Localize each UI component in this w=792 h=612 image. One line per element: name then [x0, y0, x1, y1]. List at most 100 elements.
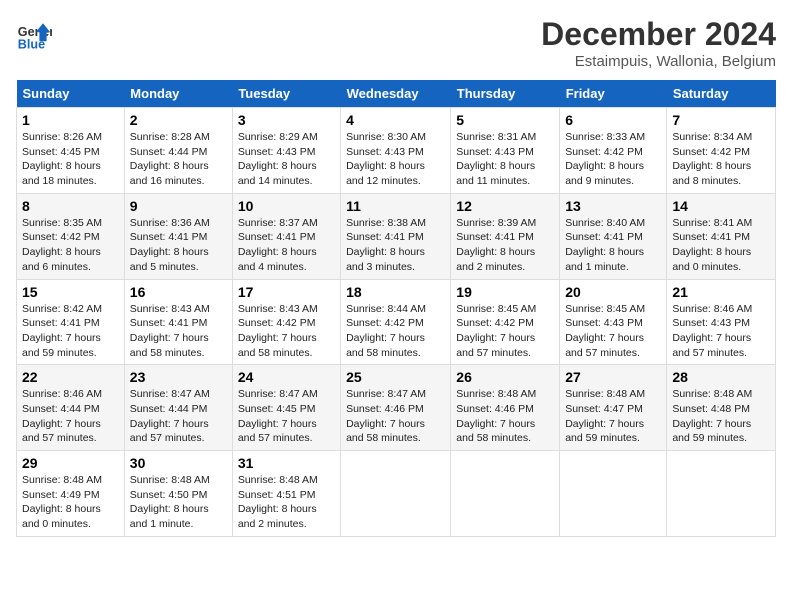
day-number: 20 — [565, 284, 661, 300]
day-number: 4 — [346, 112, 445, 128]
day-info: Sunrise: 8:39 AMSunset: 4:41 PMDaylight:… — [456, 217, 536, 273]
day-info: Sunrise: 8:29 AMSunset: 4:43 PMDaylight:… — [238, 131, 318, 187]
calendar-cell: 23 Sunrise: 8:47 AMSunset: 4:44 PMDaylig… — [124, 365, 232, 451]
day-info: Sunrise: 8:48 AMSunset: 4:48 PMDaylight:… — [672, 388, 752, 444]
calendar-week-row: 29 Sunrise: 8:48 AMSunset: 4:49 PMDaylig… — [17, 451, 776, 537]
day-info: Sunrise: 8:42 AMSunset: 4:41 PMDaylight:… — [22, 303, 102, 359]
calendar-cell: 16 Sunrise: 8:43 AMSunset: 4:41 PMDaylig… — [124, 279, 232, 365]
main-title: December 2024 — [541, 16, 776, 53]
day-info: Sunrise: 8:45 AMSunset: 4:42 PMDaylight:… — [456, 303, 536, 359]
day-info: Sunrise: 8:48 AMSunset: 4:46 PMDaylight:… — [456, 388, 536, 444]
day-info: Sunrise: 8:34 AMSunset: 4:42 PMDaylight:… — [672, 131, 752, 187]
day-number: 5 — [456, 112, 554, 128]
calendar-cell: 19 Sunrise: 8:45 AMSunset: 4:42 PMDaylig… — [451, 279, 560, 365]
day-number: 27 — [565, 369, 661, 385]
calendar-cell: 5 Sunrise: 8:31 AMSunset: 4:43 PMDayligh… — [451, 108, 560, 194]
day-number: 18 — [346, 284, 445, 300]
day-number: 6 — [565, 112, 661, 128]
day-info: Sunrise: 8:40 AMSunset: 4:41 PMDaylight:… — [565, 217, 645, 273]
header-tuesday: Tuesday — [232, 80, 340, 108]
calendar-cell: 24 Sunrise: 8:47 AMSunset: 4:45 PMDaylig… — [232, 365, 340, 451]
day-info: Sunrise: 8:46 AMSunset: 4:44 PMDaylight:… — [22, 388, 102, 444]
calendar-cell: 17 Sunrise: 8:43 AMSunset: 4:42 PMDaylig… — [232, 279, 340, 365]
day-info: Sunrise: 8:37 AMSunset: 4:41 PMDaylight:… — [238, 217, 318, 273]
calendar-cell: 26 Sunrise: 8:48 AMSunset: 4:46 PMDaylig… — [451, 365, 560, 451]
calendar-cell: 21 Sunrise: 8:46 AMSunset: 4:43 PMDaylig… — [667, 279, 776, 365]
day-number: 7 — [672, 112, 770, 128]
calendar-cell: 29 Sunrise: 8:48 AMSunset: 4:49 PMDaylig… — [17, 451, 125, 537]
header-friday: Friday — [560, 80, 667, 108]
header-wednesday: Wednesday — [341, 80, 451, 108]
day-number: 29 — [22, 455, 119, 471]
logo-icon: General Blue — [16, 16, 52, 52]
day-info: Sunrise: 8:38 AMSunset: 4:41 PMDaylight:… — [346, 217, 426, 273]
calendar-cell: 20 Sunrise: 8:45 AMSunset: 4:43 PMDaylig… — [560, 279, 667, 365]
calendar-table: SundayMondayTuesdayWednesdayThursdayFrid… — [16, 80, 776, 537]
page-header: General Blue December 2024 Estaimpuis, W… — [16, 16, 776, 70]
day-info: Sunrise: 8:46 AMSunset: 4:43 PMDaylight:… — [672, 303, 752, 359]
header-sunday: Sunday — [17, 80, 125, 108]
calendar-cell: 1 Sunrise: 8:26 AMSunset: 4:45 PMDayligh… — [17, 108, 125, 194]
calendar-cell: 12 Sunrise: 8:39 AMSunset: 4:41 PMDaylig… — [451, 193, 560, 279]
day-number: 22 — [22, 369, 119, 385]
calendar-cell: 22 Sunrise: 8:46 AMSunset: 4:44 PMDaylig… — [17, 365, 125, 451]
calendar-cell: 6 Sunrise: 8:33 AMSunset: 4:42 PMDayligh… — [560, 108, 667, 194]
calendar-week-row: 8 Sunrise: 8:35 AMSunset: 4:42 PMDayligh… — [17, 193, 776, 279]
calendar-cell: 11 Sunrise: 8:38 AMSunset: 4:41 PMDaylig… — [341, 193, 451, 279]
day-number: 25 — [346, 369, 445, 385]
calendar-cell: 15 Sunrise: 8:42 AMSunset: 4:41 PMDaylig… — [17, 279, 125, 365]
day-number: 30 — [130, 455, 227, 471]
calendar-week-row: 1 Sunrise: 8:26 AMSunset: 4:45 PMDayligh… — [17, 108, 776, 194]
calendar-cell: 25 Sunrise: 8:47 AMSunset: 4:46 PMDaylig… — [341, 365, 451, 451]
day-info: Sunrise: 8:44 AMSunset: 4:42 PMDaylight:… — [346, 303, 426, 359]
day-number: 12 — [456, 198, 554, 214]
calendar-cell: 7 Sunrise: 8:34 AMSunset: 4:42 PMDayligh… — [667, 108, 776, 194]
day-info: Sunrise: 8:47 AMSunset: 4:45 PMDaylight:… — [238, 388, 318, 444]
calendar-cell: 2 Sunrise: 8:28 AMSunset: 4:44 PMDayligh… — [124, 108, 232, 194]
header-saturday: Saturday — [667, 80, 776, 108]
day-info: Sunrise: 8:35 AMSunset: 4:42 PMDaylight:… — [22, 217, 102, 273]
calendar-cell: 30 Sunrise: 8:48 AMSunset: 4:50 PMDaylig… — [124, 451, 232, 537]
day-info: Sunrise: 8:47 AMSunset: 4:44 PMDaylight:… — [130, 388, 210, 444]
day-number: 10 — [238, 198, 335, 214]
logo: General Blue — [16, 16, 52, 52]
day-number: 3 — [238, 112, 335, 128]
day-info: Sunrise: 8:30 AMSunset: 4:43 PMDaylight:… — [346, 131, 426, 187]
calendar-cell: 9 Sunrise: 8:36 AMSunset: 4:41 PMDayligh… — [124, 193, 232, 279]
calendar-cell: 27 Sunrise: 8:48 AMSunset: 4:47 PMDaylig… — [560, 365, 667, 451]
day-number: 28 — [672, 369, 770, 385]
day-info: Sunrise: 8:28 AMSunset: 4:44 PMDaylight:… — [130, 131, 210, 187]
calendar-cell: 13 Sunrise: 8:40 AMSunset: 4:41 PMDaylig… — [560, 193, 667, 279]
day-info: Sunrise: 8:47 AMSunset: 4:46 PMDaylight:… — [346, 388, 426, 444]
day-info: Sunrise: 8:48 AMSunset: 4:47 PMDaylight:… — [565, 388, 645, 444]
day-info: Sunrise: 8:41 AMSunset: 4:41 PMDaylight:… — [672, 217, 752, 273]
day-number: 24 — [238, 369, 335, 385]
day-number: 13 — [565, 198, 661, 214]
day-number: 11 — [346, 198, 445, 214]
day-number: 31 — [238, 455, 335, 471]
calendar-cell — [341, 451, 451, 537]
header-monday: Monday — [124, 80, 232, 108]
day-number: 15 — [22, 284, 119, 300]
day-number: 23 — [130, 369, 227, 385]
calendar-cell: 4 Sunrise: 8:30 AMSunset: 4:43 PMDayligh… — [341, 108, 451, 194]
calendar-cell: 8 Sunrise: 8:35 AMSunset: 4:42 PMDayligh… — [17, 193, 125, 279]
calendar-cell: 28 Sunrise: 8:48 AMSunset: 4:48 PMDaylig… — [667, 365, 776, 451]
day-number: 19 — [456, 284, 554, 300]
calendar-cell: 10 Sunrise: 8:37 AMSunset: 4:41 PMDaylig… — [232, 193, 340, 279]
header-thursday: Thursday — [451, 80, 560, 108]
day-info: Sunrise: 8:48 AMSunset: 4:50 PMDaylight:… — [130, 474, 210, 530]
calendar-cell: 18 Sunrise: 8:44 AMSunset: 4:42 PMDaylig… — [341, 279, 451, 365]
calendar-week-row: 15 Sunrise: 8:42 AMSunset: 4:41 PMDaylig… — [17, 279, 776, 365]
day-number: 9 — [130, 198, 227, 214]
calendar-cell: 31 Sunrise: 8:48 AMSunset: 4:51 PMDaylig… — [232, 451, 340, 537]
day-number: 8 — [22, 198, 119, 214]
calendar-week-row: 22 Sunrise: 8:46 AMSunset: 4:44 PMDaylig… — [17, 365, 776, 451]
calendar-cell — [451, 451, 560, 537]
day-number: 16 — [130, 284, 227, 300]
day-number: 21 — [672, 284, 770, 300]
day-number: 26 — [456, 369, 554, 385]
day-info: Sunrise: 8:48 AMSunset: 4:51 PMDaylight:… — [238, 474, 318, 530]
calendar-cell: 14 Sunrise: 8:41 AMSunset: 4:41 PMDaylig… — [667, 193, 776, 279]
subtitle: Estaimpuis, Wallonia, Belgium — [541, 53, 776, 70]
